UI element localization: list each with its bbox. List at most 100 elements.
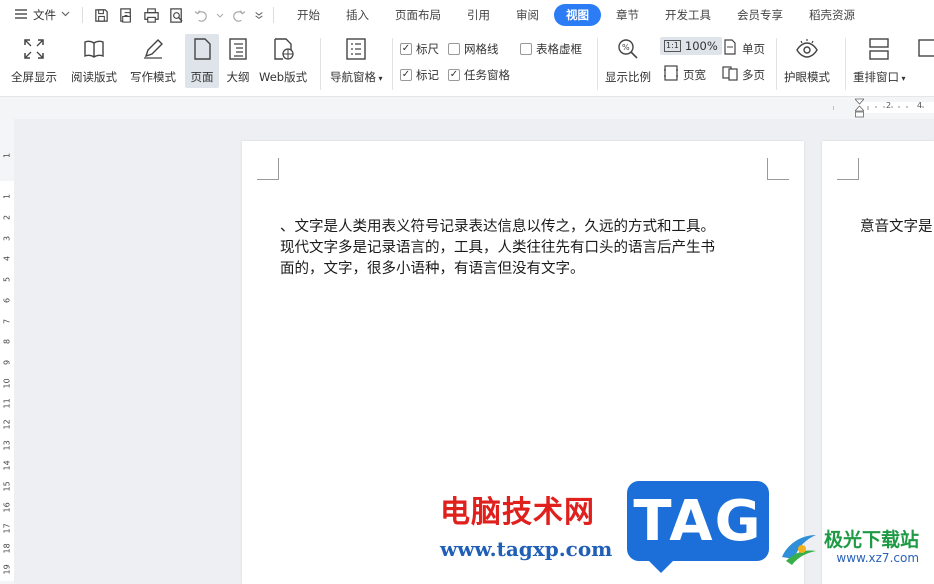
zoom-100-button[interactable]: 1:1 100% [660,37,722,55]
horizontal-ruler: 2 4 [0,97,934,119]
ruler-number: 14 [2,460,12,471]
file-menu[interactable]: 文件 [0,0,78,30]
divider [320,38,321,90]
tab-developer[interactable]: 开发工具 [654,4,722,26]
tab-view[interactable]: 视图 [554,4,601,26]
checkbox-checked[interactable]: ✓ [400,43,412,55]
web-page-icon [268,34,298,64]
print-preview-icon[interactable] [166,5,187,26]
task-pane-checkbox[interactable]: ✓ 任务窗格 [448,67,510,83]
tab-section[interactable]: 章节 [605,4,650,26]
tag-logo: TAG [627,481,769,573]
watermark-site-name: 电脑技术网 [440,495,595,530]
save-icon[interactable] [91,5,112,26]
multi-page-button[interactable]: 多页 [722,65,765,84]
ruler-number: 17 [2,522,12,533]
ruler-number: 4 [2,256,12,262]
ruler-number: 11 [2,398,12,409]
page-width-icon [663,65,679,84]
customize-toolbar-icon[interactable] [253,5,265,26]
ruler-checkbox[interactable]: ✓ 标尺 [400,41,439,57]
task-pane-label: 任务窗格 [464,68,510,82]
document-page-2[interactable]: 意音文字是 [822,141,934,584]
eye-protection-button[interactable]: 护眼模式 [784,34,830,85]
web-layout-label: Web版式 [259,70,308,84]
page-width-button[interactable]: 页宽 [663,65,706,84]
checkbox-unchecked[interactable] [520,43,532,55]
ruler-ticks [833,106,924,110]
checkbox-unchecked[interactable] [448,43,460,55]
tab-home[interactable]: 开始 [286,4,331,26]
document-body-text[interactable]: 、文字是人类用表义符号记录表达信息以传之，久远的方式和工具。 现代文字多是记录语… [280,217,770,280]
rearrange-windows-button[interactable]: 重排窗口 ▾ [853,34,906,85]
multi-page-icon [722,65,738,84]
divider [392,38,393,90]
tab-review[interactable]: 审阅 [505,4,550,26]
watermark-logo: 极光下载站 www.xz7.com [778,527,919,567]
menu-bar: 文件 开始 插入 页面布局 引用 审阅 视图 章节 开发工具 会员专享 稻壳资源 [0,0,934,30]
watermark-site: 电脑技术网 www.tagxp.com [440,487,612,561]
print-icon[interactable] [141,5,162,26]
multi-page-label: 多页 [742,67,765,82]
ruler-number: 2 [2,214,12,221]
markup-label: 标记 [416,68,439,82]
watermark-logo-url: www.xz7.com [836,551,920,565]
ruler-number: 7 [2,318,12,324]
file-menu-label: 文件 [33,8,56,22]
gridlines-checkbox[interactable]: 网格线 [448,41,499,57]
gridlines-label: 网格线 [464,42,499,56]
write-mode-button[interactable]: 写作模式 [130,34,176,85]
new-window-button[interactable] [916,34,934,64]
tab-insert[interactable]: 插入 [335,4,380,26]
zoom-100-box: 1:1 100% [660,37,722,55]
chevron-down-icon[interactable] [216,5,224,26]
eye-protection-label: 护眼模式 [784,70,830,84]
read-mode-button[interactable]: 阅读版式 [71,34,117,85]
margin-corner-mark [837,158,859,180]
margin-corner-mark [257,158,279,180]
tab-member[interactable]: 会员专享 [726,4,794,26]
eye-icon [792,34,822,64]
ruler-number: 15 [2,481,12,492]
watermark-site-url: www.tagxp.com [440,537,613,561]
undo-icon[interactable] [191,5,212,26]
zoom-ratio-button[interactable]: % 显示比例 [605,34,651,85]
pen-icon [138,34,168,64]
table-gridlines-label: 表格虚框 [536,42,582,56]
checkbox-checked[interactable]: ✓ [400,69,412,81]
nav-pane-label: 导航窗格 ▾ [330,70,383,84]
export-pdf-icon[interactable] [116,5,137,26]
divider [273,7,274,23]
text-line: 、文字是人类用表义符号记录表达信息以传之，久远的方式和工具。 [280,219,715,235]
ruler-number: 9 [2,359,12,365]
divider [776,38,777,90]
single-page-button[interactable]: 单页 [722,39,765,58]
markup-checkbox[interactable]: ✓ 标记 [400,67,439,83]
page-width-label: 页宽 [683,67,706,82]
nav-pane-button[interactable]: 导航窗格 ▾ [330,34,383,85]
outline-button[interactable]: 大纲 [223,34,253,85]
hamburger-icon [14,8,28,23]
tab-docer-resources[interactable]: 稻壳资源 [798,4,866,26]
ruler-number: 13 [2,440,12,451]
ruler-number: 16 [2,502,12,513]
fullscreen-button[interactable]: 全屏显示 [11,34,57,85]
table-gridlines-checkbox[interactable]: 表格虚框 [520,41,582,57]
write-mode-label: 写作模式 [130,70,176,84]
tab-page-layout[interactable]: 页面布局 [384,4,452,26]
zoom-value: 100% [684,39,718,53]
text-line: 面的，文字，很多小语种，有语言但没有文字。 [280,261,585,277]
document-body-text[interactable]: 意音文字是 [860,217,934,238]
redo-icon[interactable] [228,5,249,26]
ruler-number: 10 [2,377,12,389]
rearrange-windows-label: 重排窗口 ▾ [853,70,906,84]
new-window-icon [916,34,934,64]
page-view-button[interactable]: 页面 [185,34,219,88]
zoom-magnifier-icon: % [613,34,643,64]
zoom-ratio-label: 显示比例 [605,70,651,84]
web-layout-button[interactable]: Web版式 [259,34,307,85]
aurora-logo-icon [782,535,816,565]
single-page-icon [722,39,738,58]
tab-references[interactable]: 引用 [456,4,501,26]
checkbox-checked[interactable]: ✓ [448,69,460,81]
